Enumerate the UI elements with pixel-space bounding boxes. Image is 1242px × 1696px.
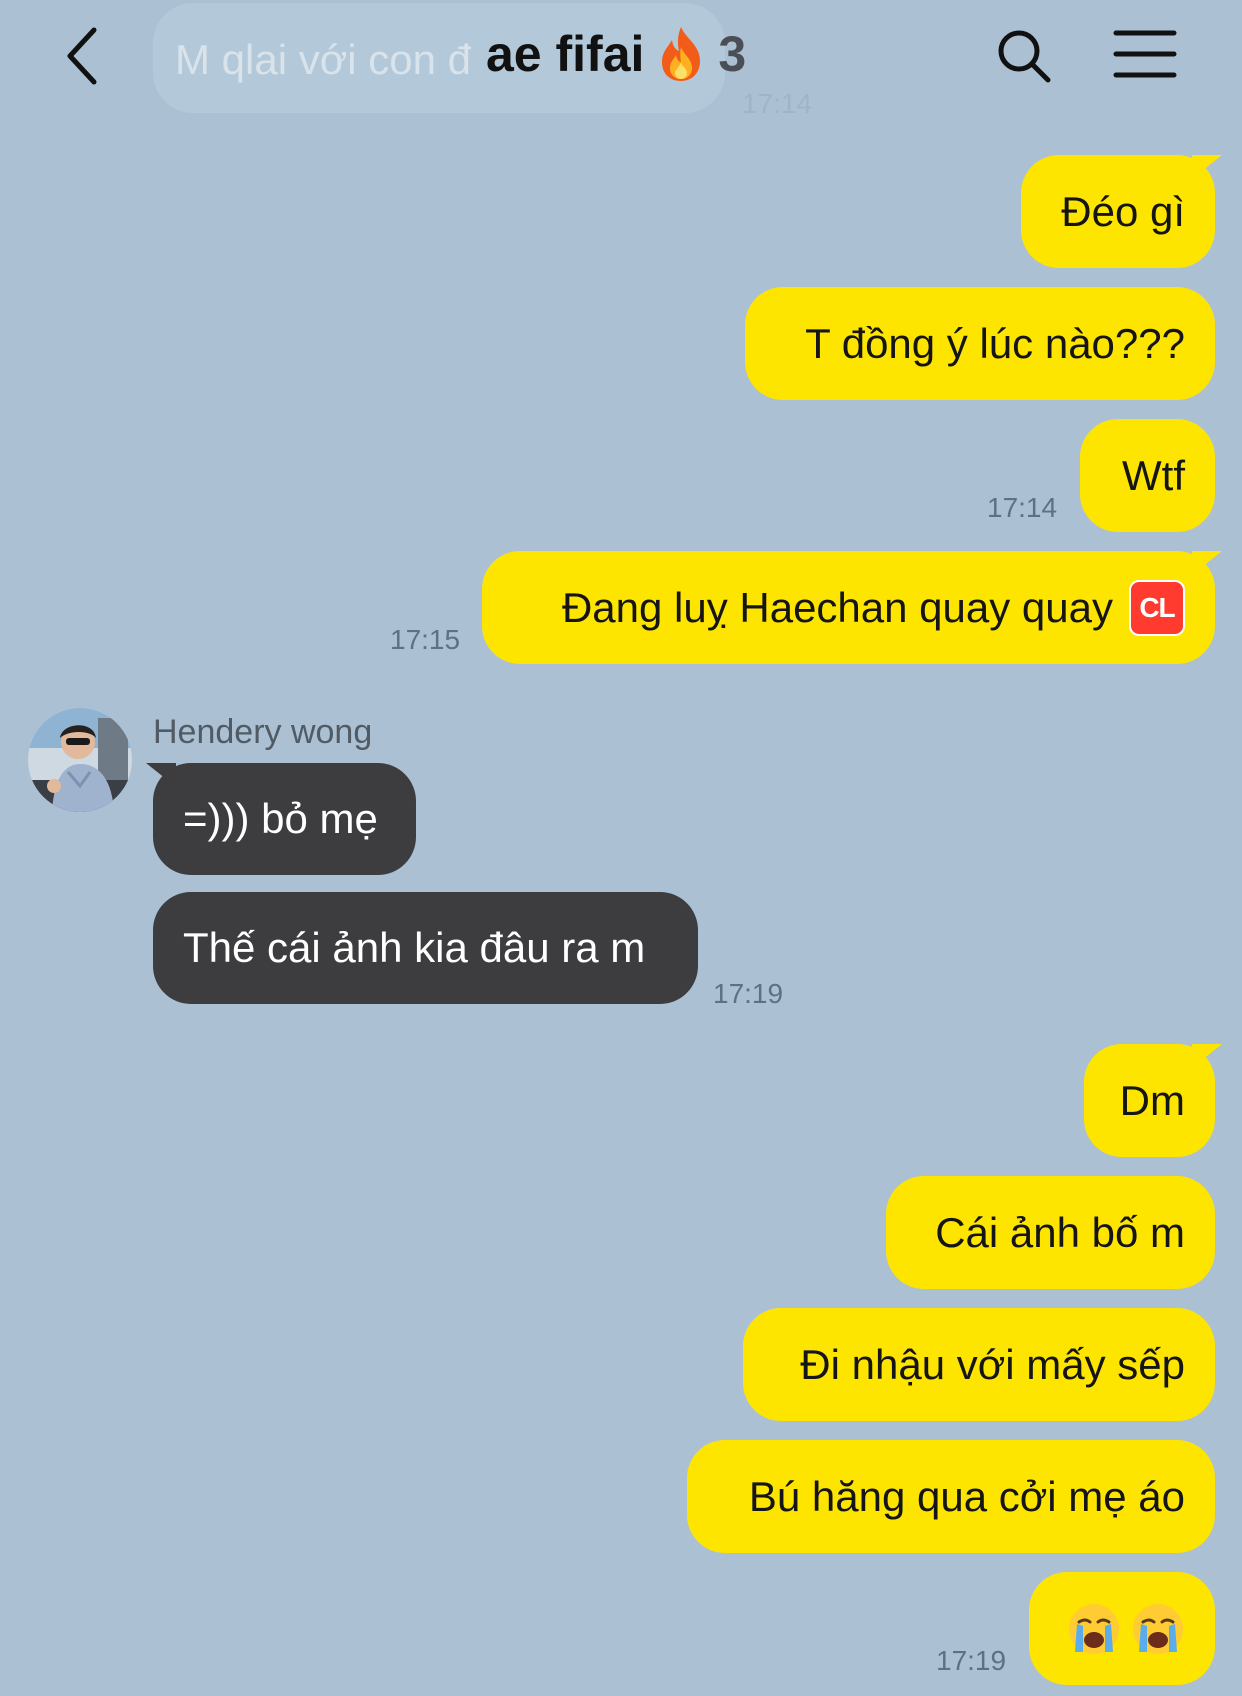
message-timestamp: 17:19 [713,978,784,1009]
chevron-left-icon [67,27,97,85]
chat-header: ae fifai 3 [0,0,1242,112]
back-button[interactable] [52,22,112,90]
message-bubble-incoming[interactable]: =))) bỏ mẹ [153,763,416,875]
menu-button[interactable] [1112,24,1178,84]
cl-button-emoji-icon: CL [1129,579,1185,636]
chat-title[interactable]: ae fifai 3 [486,25,746,83]
chat-screen: M qlai với con đ 17:14 ae fifai 3 Đéo gì… [0,0,1242,1696]
message-text: Đéo gì [1061,187,1185,235]
loudly-crying-face-icon [1131,1602,1185,1656]
message-bubble-incoming[interactable]: Thế cái ảnh kia đâu ra m [153,892,698,1004]
fire-emoji-icon [656,25,706,83]
message-text: Cái ảnh bố m [935,1208,1185,1256]
member-count: 3 [718,26,747,82]
loudly-crying-face-icon [1067,1602,1121,1656]
message-timestamp: 17:15 [390,624,461,655]
hamburger-menu-icon [1113,30,1177,78]
message-bubble-outgoing[interactable]: Đang luỵ Haechan quay quay CL [482,551,1215,664]
message-text: Thế cái ảnh kia đâu ra m [183,924,646,971]
message-text: Dm [1119,1076,1185,1124]
message-timestamp: 17:14 [987,492,1058,523]
message-timestamp: 17:19 [936,1645,1007,1676]
message-bubble-outgoing[interactable]: Đi nhậu với mấy sếp [743,1308,1215,1421]
message-text: Bú hăng qua cởi mẹ áo [748,1472,1185,1520]
message-bubble-outgoing[interactable] [1029,1572,1215,1685]
message-bubble-outgoing[interactable]: Bú hăng qua cởi mẹ áo [687,1440,1215,1553]
message-bubble-outgoing[interactable]: Dm [1084,1044,1215,1157]
message-bubble-outgoing[interactable]: Wtf [1080,419,1215,532]
message-text: T đồng ý lúc nào??? [805,319,1185,367]
sender-name: Hendery wong [153,713,373,751]
scrollbar[interactable] [1236,652,1242,1122]
message-text: =))) bỏ mẹ [183,795,378,842]
chat-title-text: ae fifai [486,26,645,82]
message-text: Wtf [1122,451,1185,499]
message-text: Đi nhậu với mấy sếp [800,1340,1185,1388]
message-bubble-outgoing[interactable]: Đéo gì [1021,155,1215,268]
message-bubble-outgoing[interactable]: T đồng ý lúc nào??? [745,287,1215,400]
search-button[interactable] [992,24,1056,88]
message-text: Đang luỵ Haechan quay quay [561,583,1113,631]
search-icon [998,30,1051,83]
sender-avatar[interactable] [28,708,132,812]
message-bubble-outgoing[interactable]: Cái ảnh bố m [886,1176,1215,1289]
